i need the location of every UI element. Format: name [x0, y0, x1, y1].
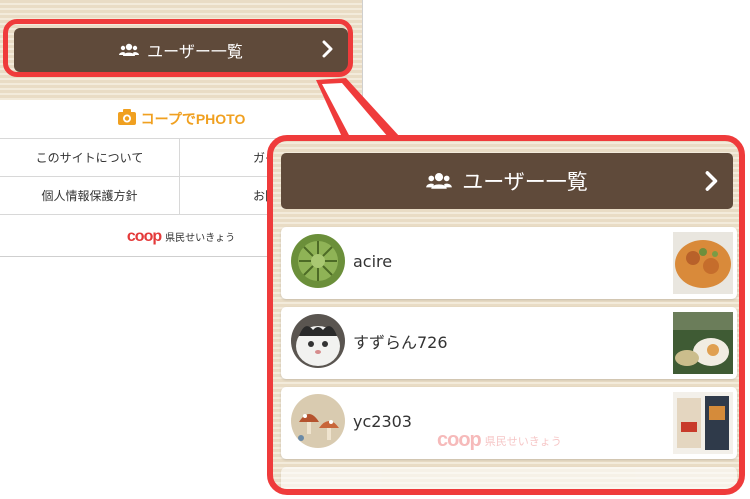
camera-icon	[117, 108, 137, 130]
user-avatar	[291, 314, 345, 368]
users-icon	[426, 172, 453, 190]
coop-logo: coop	[126, 227, 162, 245]
coop-logo: coop	[437, 429, 482, 451]
zoom-panel: ユーザー一覧 acire すずらん726 yc2303 coop 県民せいきょう	[267, 135, 745, 495]
highlight-frame	[3, 19, 353, 77]
user-card[interactable]: すずらん726	[281, 307, 737, 379]
coop-name: 県民せいきょう	[484, 434, 562, 448]
user-name: acire	[353, 251, 393, 271]
chevron-right-icon	[705, 169, 719, 193]
user-name: すずらん726	[353, 333, 448, 352]
user-card[interactable]: acire	[281, 227, 737, 299]
user-name: yc2303	[353, 411, 412, 431]
user-list-label: ユーザー一覧	[462, 170, 588, 194]
user-card[interactable]	[281, 467, 737, 489]
logo-text: コープでPHOTO	[140, 111, 246, 127]
coop-name: 県民せいきょう	[165, 233, 236, 244]
link-privacy-policy[interactable]: 個人情報保護方針	[0, 177, 180, 215]
user-avatar	[291, 234, 345, 288]
user-avatar	[291, 394, 345, 448]
user-photo-thumbnail	[673, 232, 733, 294]
user-photo-thumbnail	[673, 312, 733, 374]
site-logo[interactable]: コープでPHOTO	[0, 100, 362, 139]
link-about[interactable]: このサイトについて	[0, 139, 180, 177]
user-list-button-zoom[interactable]: ユーザー一覧	[281, 153, 733, 209]
user-photo-thumbnail	[673, 392, 733, 454]
coop-watermark: coop 県民せいきょう	[437, 429, 562, 452]
